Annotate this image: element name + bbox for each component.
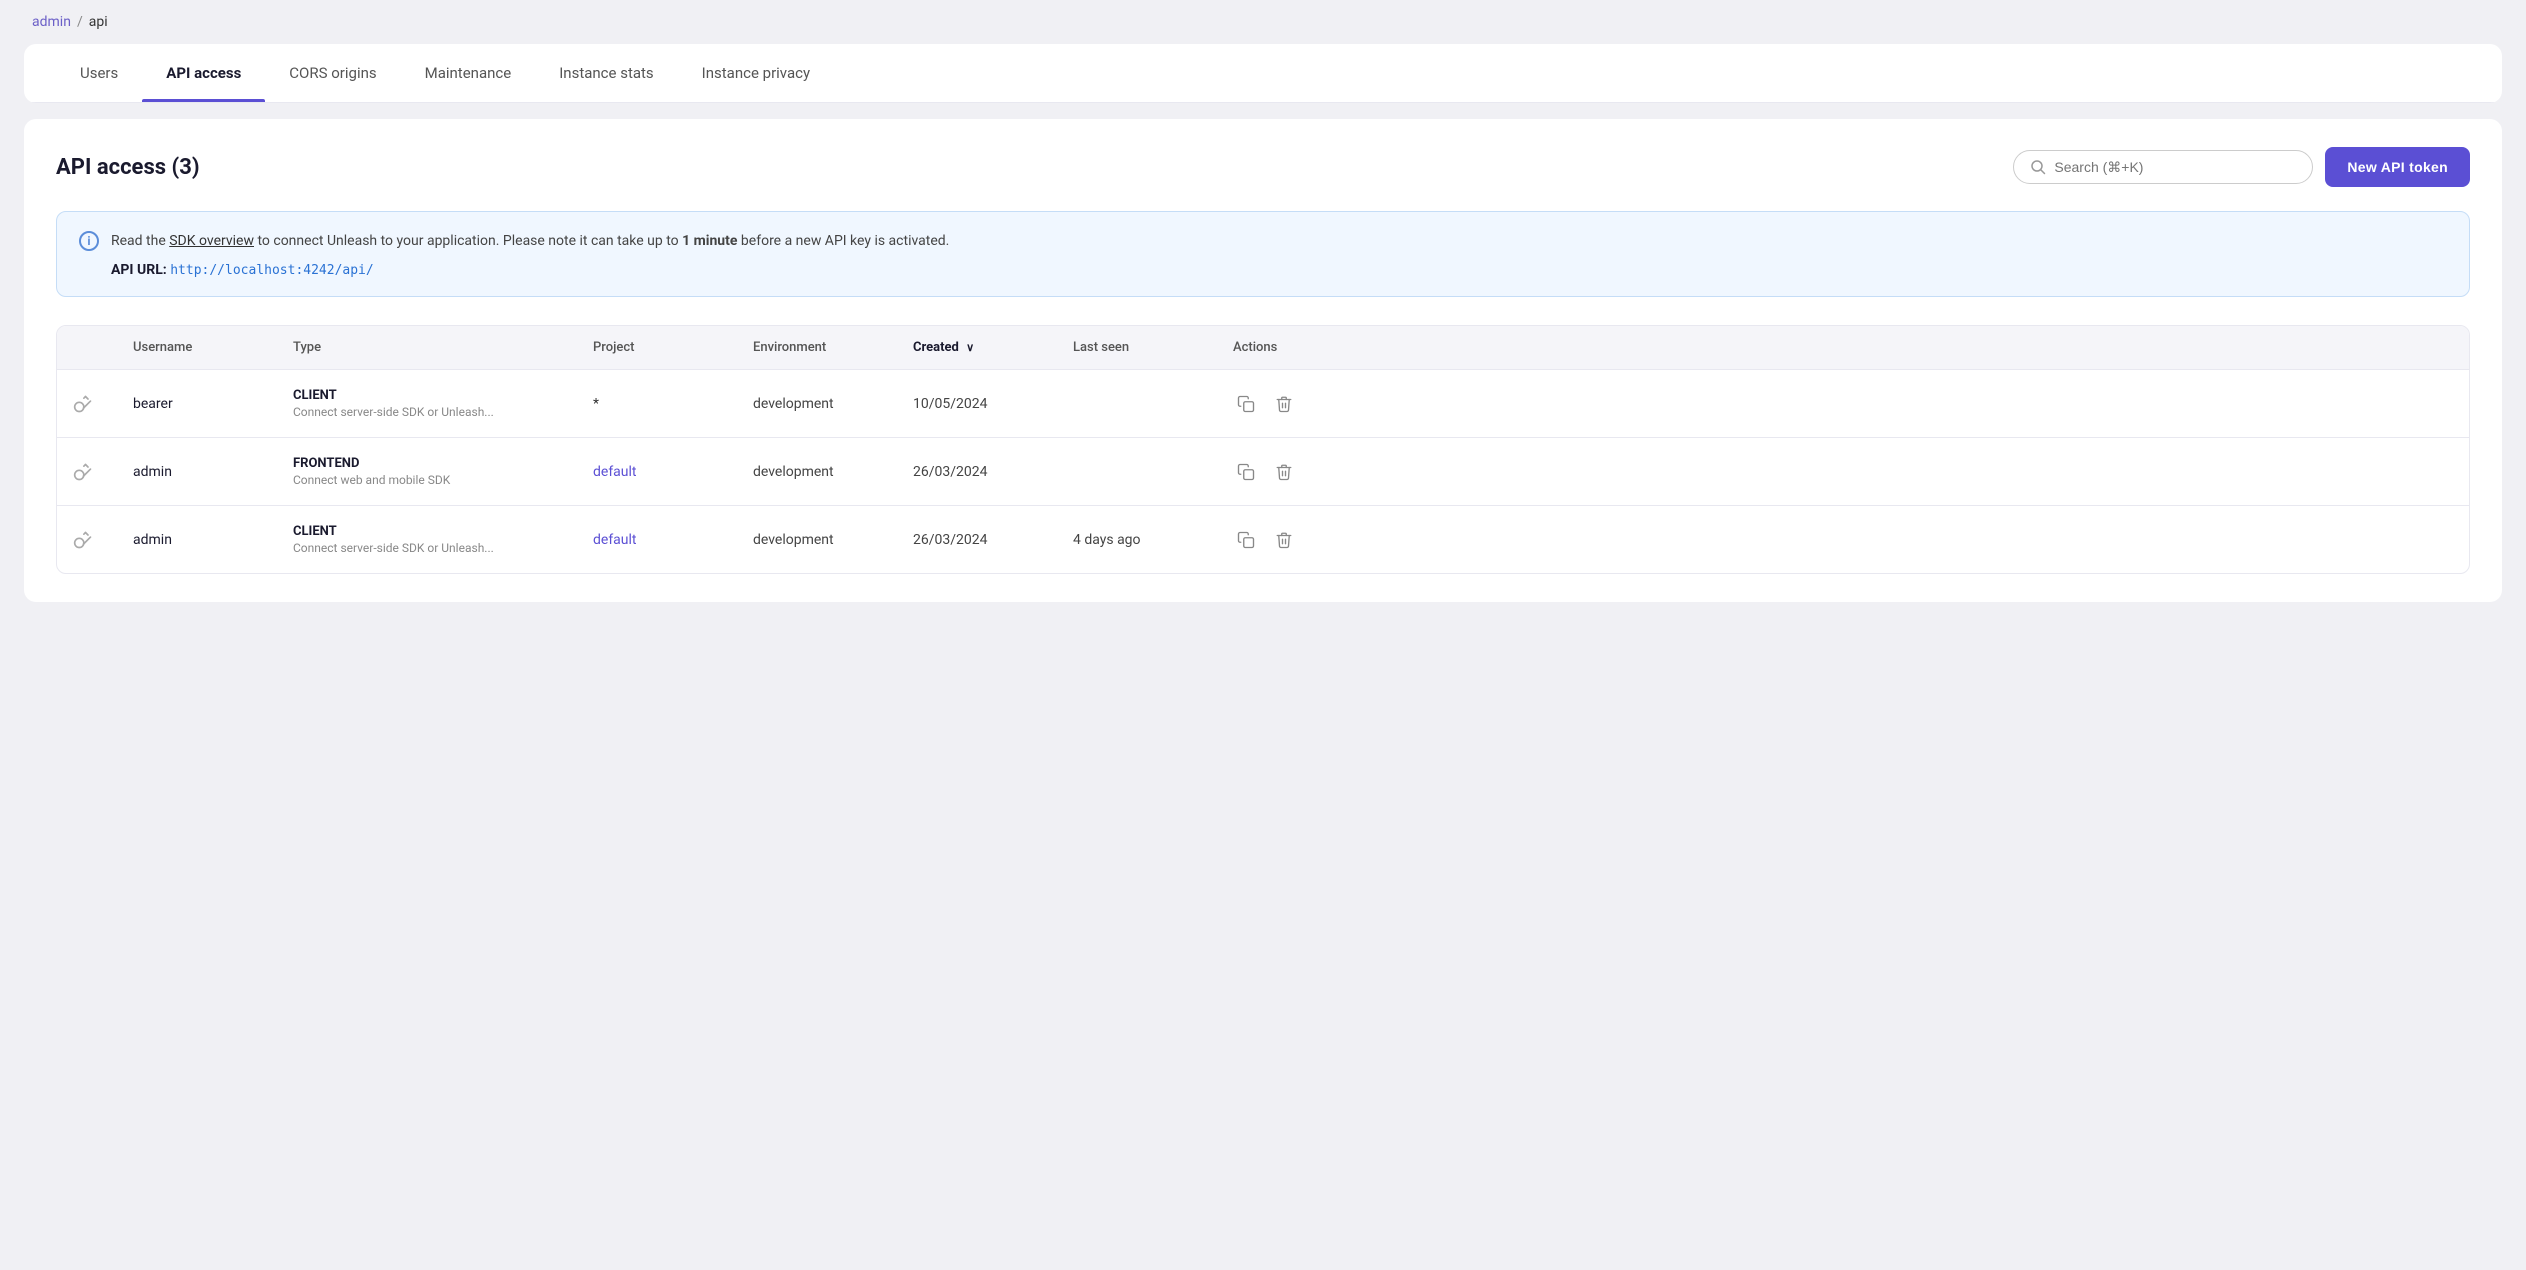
created-cell: 26/03/2024 xyxy=(913,532,1073,548)
env-cell: development xyxy=(753,396,913,412)
api-url-label: API URL: xyxy=(111,262,167,278)
copy-button[interactable] xyxy=(1233,527,1259,553)
project-link[interactable]: default xyxy=(593,464,637,480)
search-icon xyxy=(2030,159,2046,175)
type-name: CLIENT xyxy=(293,388,593,403)
page-title: API access (3) xyxy=(56,155,200,180)
search-box[interactable] xyxy=(2013,150,2313,184)
type-name: FRONTEND xyxy=(293,456,593,471)
project-cell: * xyxy=(593,396,753,412)
tab-bar: Users API access CORS origins Maintenanc… xyxy=(24,44,2502,103)
api-url-row: API URL: http://localhost:4242/api/ xyxy=(79,262,2447,278)
env-cell: development xyxy=(753,464,913,480)
actions-cell xyxy=(1233,459,1353,485)
info-message-end: before a new API key is activated. xyxy=(737,233,949,249)
type-desc: Connect web and mobile SDK xyxy=(293,473,593,487)
info-text: Read the SDK overview to connect Unleash… xyxy=(111,230,949,252)
key-icon xyxy=(73,530,133,550)
tab-users[interactable]: Users xyxy=(56,44,142,102)
table-row: bearer CLIENT Connect server-side SDK or… xyxy=(57,370,2469,438)
col-header-last-seen: Last seen xyxy=(1073,340,1233,355)
col-header-icon xyxy=(73,340,133,355)
sdk-overview-link[interactable]: SDK overview xyxy=(169,233,254,249)
col-header-actions: Actions xyxy=(1233,340,1353,355)
col-header-created[interactable]: Created ∨ xyxy=(913,340,1073,355)
breadcrumb-current: api xyxy=(89,14,108,30)
env-cell: development xyxy=(753,532,913,548)
tab-maintenance[interactable]: Maintenance xyxy=(401,44,536,102)
username-cell: admin xyxy=(133,464,293,480)
tabs-card: Users API access CORS origins Maintenanc… xyxy=(24,44,2502,103)
created-cell: 10/05/2024 xyxy=(913,396,1073,412)
info-icon: i xyxy=(79,231,99,251)
project-cell: default xyxy=(593,532,753,548)
type-cell: CLIENT Connect server-side SDK or Unleas… xyxy=(293,524,593,555)
project-value: * xyxy=(593,396,599,412)
username-cell: bearer xyxy=(133,396,293,412)
api-url-value: http://localhost:4242/api/ xyxy=(170,263,374,278)
delete-button[interactable] xyxy=(1271,527,1297,553)
actions-cell xyxy=(1233,391,1353,417)
breadcrumb-separator: / xyxy=(77,14,83,30)
header-right: New API token xyxy=(2013,147,2470,187)
copy-button[interactable] xyxy=(1233,391,1259,417)
breadcrumb: admin / api xyxy=(0,0,2526,44)
delete-button[interactable] xyxy=(1271,459,1297,485)
info-bold-text: 1 minute xyxy=(682,233,737,249)
api-tokens-table: Username Type Project Environment Create… xyxy=(56,325,2470,574)
key-icon xyxy=(73,462,133,482)
new-api-token-button[interactable]: New API token xyxy=(2325,147,2470,187)
table-header: Username Type Project Environment Create… xyxy=(57,326,2469,370)
table-row: admin FRONTEND Connect web and mobile SD… xyxy=(57,438,2469,506)
col-header-project: Project xyxy=(593,340,753,355)
info-message-before: Read the xyxy=(111,233,169,249)
project-link[interactable]: default xyxy=(593,532,637,548)
content-header: API access (3) New API token xyxy=(56,147,2470,187)
key-icon xyxy=(73,394,133,414)
content-area: API access (3) New API token i Read the … xyxy=(24,119,2502,602)
tab-api-access[interactable]: API access xyxy=(142,44,265,102)
delete-button[interactable] xyxy=(1271,391,1297,417)
username-cell: admin xyxy=(133,532,293,548)
table-row: admin CLIENT Connect server-side SDK or … xyxy=(57,506,2469,573)
tab-instance-stats[interactable]: Instance stats xyxy=(535,44,677,102)
tab-instance-privacy[interactable]: Instance privacy xyxy=(678,44,834,102)
type-desc: Connect server-side SDK or Unleash... xyxy=(293,541,593,555)
col-header-type: Type xyxy=(293,340,593,355)
type-name: CLIENT xyxy=(293,524,593,539)
copy-button[interactable] xyxy=(1233,459,1259,485)
type-cell: CLIENT Connect server-side SDK or Unleas… xyxy=(293,388,593,419)
project-cell: default xyxy=(593,464,753,480)
actions-cell xyxy=(1233,527,1353,553)
breadcrumb-parent[interactable]: admin xyxy=(32,14,71,30)
sort-desc-icon: ∨ xyxy=(966,341,974,354)
col-header-environment: Environment xyxy=(753,340,913,355)
search-input[interactable] xyxy=(2054,159,2296,175)
tab-cors-origins[interactable]: CORS origins xyxy=(265,44,400,102)
info-message-after: to connect Unleash to your application. … xyxy=(254,233,682,249)
col-header-username: Username xyxy=(133,340,293,355)
created-cell: 26/03/2024 xyxy=(913,464,1073,480)
type-cell: FRONTEND Connect web and mobile SDK xyxy=(293,456,593,487)
type-desc: Connect server-side SDK or Unleash... xyxy=(293,405,593,419)
last-seen-cell: 4 days ago xyxy=(1073,532,1233,548)
info-banner: i Read the SDK overview to connect Unlea… xyxy=(56,211,2470,297)
